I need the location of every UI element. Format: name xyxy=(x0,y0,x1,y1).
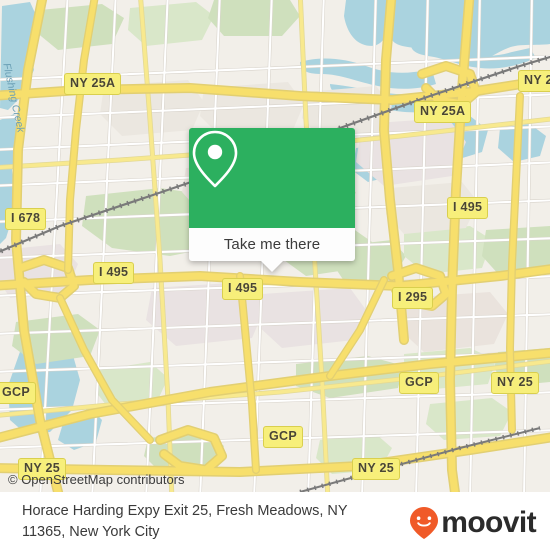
road-shield-label: I 495 xyxy=(447,197,489,219)
road-shield-label: GCP xyxy=(263,426,303,448)
road-shield-label: I 678 xyxy=(5,208,47,230)
balloon-header xyxy=(189,128,355,228)
map-screenshot: .w{fill:#aad3df} .pk{fill:#cfe0bd} .pk2{… xyxy=(0,0,550,550)
osm-attribution[interactable]: © OpenStreetMap contributors xyxy=(8,472,185,487)
road-shield-label: GCP xyxy=(0,382,36,404)
road-shield-label: GCP xyxy=(399,372,439,394)
balloon-footer[interactable]: Take me there xyxy=(189,228,355,272)
balloon-tail xyxy=(260,260,284,272)
map-pin-icon xyxy=(192,130,238,188)
road-shield-label: NY 25 xyxy=(491,372,540,394)
moovit-wordmark: moovit xyxy=(441,506,536,539)
moovit-logo[interactable]: moovit xyxy=(409,506,537,540)
take-me-there-label: Take me there xyxy=(223,236,321,253)
road-shield-label: I 295 xyxy=(392,287,434,309)
address-line-2: 11365, New York City xyxy=(22,524,160,541)
road-shield-label: I 495 xyxy=(93,262,135,284)
address-block: Horace Harding Expy Exit 25, Fresh Meado… xyxy=(22,501,392,543)
address-line-1: Horace Harding Expy Exit 25, Fresh Meado… xyxy=(22,503,348,519)
road-shield-label: NY 25 xyxy=(518,70,550,92)
moovit-pin-icon xyxy=(410,507,439,539)
road-shield-label: NY 25A xyxy=(414,101,472,123)
location-balloon-card[interactable]: Take me there xyxy=(189,128,355,272)
footer-bar: Horace Harding Expy Exit 25, Fresh Meado… xyxy=(0,492,550,550)
map-canvas[interactable]: .w{fill:#aad3df} .pk{fill:#cfe0bd} .pk2{… xyxy=(0,0,550,492)
road-shield-label: NY 25 xyxy=(352,458,401,480)
road-shield-label: I 495 xyxy=(222,278,264,300)
road-shield-label: NY 25A xyxy=(64,73,122,95)
